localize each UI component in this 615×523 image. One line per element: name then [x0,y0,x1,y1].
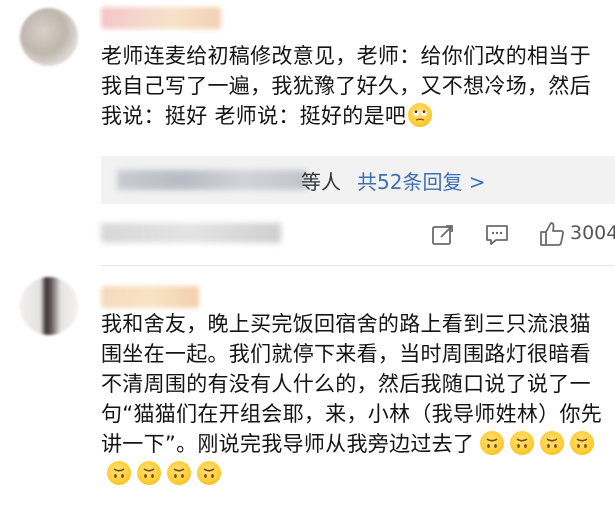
upside-down-face-icon [137,461,161,485]
comment-meta-blurred [101,223,281,243]
comment-text: 我和舍友，晚上买完饭回宿舍的路上看到三只流浪猫围坐在一起。我们就停下来看，当时周… [101,309,606,489]
comment-text: 老师连麦给初稿修改意见，老师：给你们改的相当于我自己写了一遍，我犹豫了好久，又不… [101,41,606,131]
share-icon[interactable] [430,222,456,248]
like-count: 3004 [570,222,615,244]
rolling-eyes-icon [408,103,433,127]
divider [101,265,615,266]
upside-down-face-icon [167,461,191,485]
avatar[interactable] [20,277,78,335]
upside-down-face-icon [510,431,535,455]
upside-down-face-icon [480,431,505,455]
upside-down-face-icon [540,431,565,455]
reply-summary-box[interactable]: 等人 共52条回复 > [101,156,615,204]
reply-who-suffix: 等人 [301,170,341,194]
like-icon[interactable] [538,220,566,248]
username-blurred[interactable] [101,286,199,308]
avatar[interactable] [20,8,78,66]
upside-down-face-icon [197,461,221,485]
view-replies-link[interactable]: 共52条回复 > [357,166,486,195]
upside-down-face-icon [107,461,131,485]
reply-users-blurred [117,170,307,190]
comment-icon[interactable] [484,222,510,248]
comment-text-content: 老师连麦给初稿修改意见，老师：给你们改的相当于我自己写了一遍，我犹豫了好久，又不… [101,44,591,128]
upside-down-face-icon [570,431,595,455]
username-blurred[interactable] [101,7,221,29]
